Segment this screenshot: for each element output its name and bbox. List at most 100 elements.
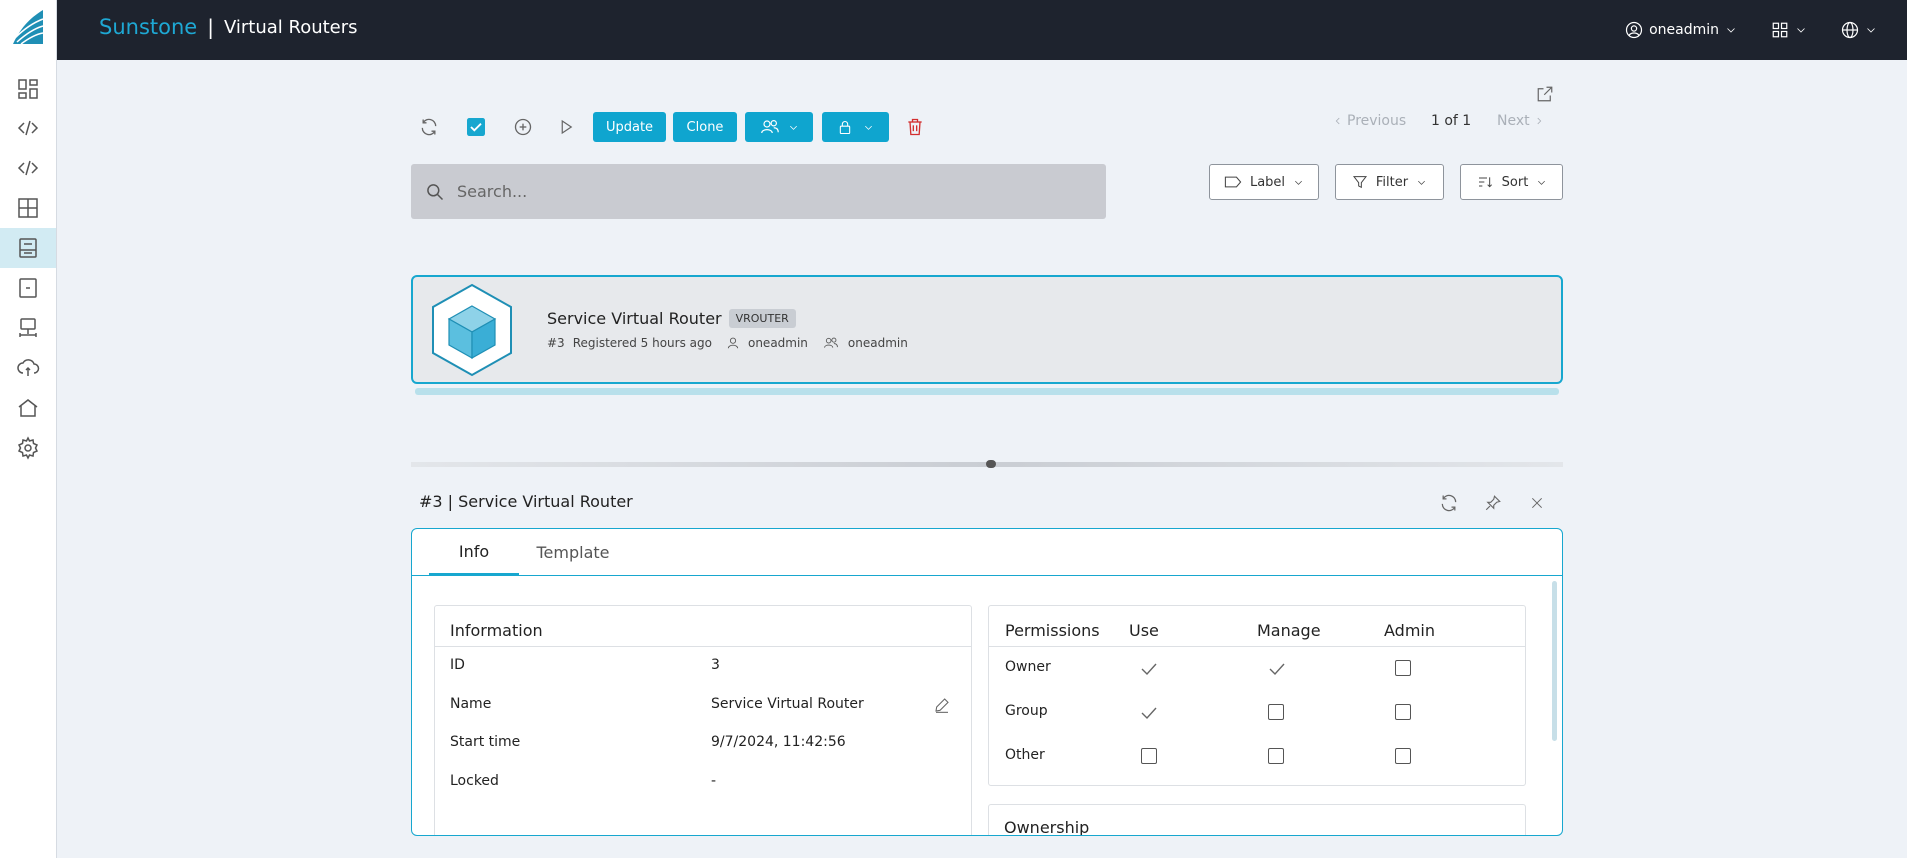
- play-icon: [561, 119, 573, 135]
- other-use-checkbox[interactable]: [1141, 748, 1157, 764]
- label-filter-button[interactable]: Label: [1209, 164, 1319, 200]
- language-menu-button[interactable]: [1841, 21, 1877, 39]
- permissions-row-other: Other: [1005, 747, 1045, 763]
- info-value-locked: -: [711, 773, 717, 789]
- panel-scrollbar[interactable]: [1552, 581, 1557, 741]
- filter-button[interactable]: Filter: [1335, 164, 1444, 200]
- cloud-sync-icon: [17, 359, 40, 376]
- search-input[interactable]: [457, 182, 1057, 201]
- tab-template[interactable]: Template: [523, 529, 623, 576]
- open-external-button[interactable]: [1532, 81, 1558, 107]
- lock-menu-button[interactable]: [822, 112, 889, 142]
- previous-page-button[interactable]: Previous: [1333, 113, 1406, 129]
- sidebar-item-storage[interactable]: [0, 228, 56, 268]
- router-type-badge: VROUTER: [728, 309, 796, 328]
- sidebar-item-code[interactable]: [0, 108, 56, 148]
- clone-button[interactable]: Clone: [673, 112, 737, 142]
- tag-icon: [1224, 176, 1242, 188]
- opennebula-logo[interactable]: [11, 8, 45, 46]
- permissions-col-admin: Admin: [1384, 621, 1435, 640]
- storage-icon: [19, 238, 37, 258]
- sidebar-item-cloud[interactable]: [0, 348, 56, 388]
- sort-icon: [1478, 177, 1492, 188]
- next-page-button[interactable]: Next: [1497, 113, 1544, 129]
- sidebar-item-archive[interactable]: [0, 268, 56, 308]
- check-icon: [1141, 707, 1157, 720]
- select-all-checkbox[interactable]: [463, 114, 489, 140]
- check-icon: [1141, 663, 1157, 676]
- plus-circle-icon: [514, 118, 532, 136]
- user-menu-button[interactable]: oneadmin: [1625, 21, 1737, 39]
- refresh-icon: [1441, 494, 1457, 512]
- next-label: Next: [1497, 113, 1530, 129]
- delete-button[interactable]: [902, 114, 928, 140]
- home-icon: [18, 399, 38, 417]
- users-icon: [824, 337, 838, 348]
- group-manage-checkbox[interactable]: [1268, 704, 1284, 720]
- refresh-icon: [421, 118, 437, 136]
- sidebar-item-dashboard[interactable]: [0, 69, 56, 109]
- sidebar-item-settings[interactable]: [0, 428, 56, 468]
- previous-label: Previous: [1347, 113, 1407, 129]
- info-value-id: 3: [711, 657, 720, 673]
- apps-menu-button[interactable]: [1771, 21, 1807, 39]
- other-admin-checkbox[interactable]: [1395, 748, 1411, 764]
- group-admin-checkbox[interactable]: [1395, 704, 1411, 720]
- update-button[interactable]: Update: [593, 112, 666, 142]
- top-right-controls: oneadmin: [1625, 0, 1907, 60]
- check-icon: [1269, 663, 1285, 676]
- detail-pin-button[interactable]: [1480, 490, 1506, 516]
- resize-handle[interactable]: [986, 460, 996, 468]
- ownership-heading: Ownership: [1004, 818, 1090, 836]
- top-bar: Sunstone | Virtual Routers oneadmin: [57, 0, 1907, 60]
- users-icon: [760, 120, 779, 134]
- pin-icon: [1485, 495, 1501, 511]
- owner-use-check[interactable]: [1140, 661, 1158, 676]
- detail-close-button[interactable]: [1524, 490, 1550, 516]
- permissions-col-manage: Manage: [1257, 621, 1321, 640]
- sidebar-item-code-2[interactable]: [0, 148, 56, 188]
- create-button[interactable]: [510, 114, 536, 140]
- permissions-heading: Permissions: [1005, 621, 1100, 640]
- detail-tabs: Info Template: [412, 529, 1562, 576]
- permissions-row-group: Group: [1005, 703, 1048, 719]
- sidebar-item-home[interactable]: [0, 388, 56, 428]
- group-use-check[interactable]: [1140, 705, 1158, 720]
- instantiate-button[interactable]: [553, 114, 579, 140]
- chevron-down-icon: [1538, 180, 1546, 185]
- sort-button[interactable]: Sort: [1460, 164, 1563, 200]
- detail-refresh-button[interactable]: [1436, 490, 1462, 516]
- tab-info[interactable]: Info: [429, 529, 519, 576]
- dashboard-icon: [18, 79, 38, 99]
- virtual-router-card[interactable]: Service Virtual Router VROUTER #3 Regist…: [411, 275, 1563, 384]
- permissions-col-use: Use: [1129, 621, 1159, 640]
- card-progress-bar: [415, 388, 1559, 395]
- card-meta-row: #3 Registered 5 hours ago oneadmin onead…: [547, 336, 908, 350]
- label-filter-label: Label: [1249, 174, 1286, 190]
- page-title: Virtual Routers: [223, 16, 358, 38]
- refresh-button[interactable]: [416, 114, 442, 140]
- divider: [435, 646, 971, 647]
- owner-admin-checkbox[interactable]: [1395, 660, 1411, 676]
- sidebar-item-network[interactable]: [0, 308, 56, 348]
- filter-icon: [1352, 176, 1367, 189]
- lock-icon: [839, 120, 851, 134]
- ownership-menu-button[interactable]: [745, 112, 813, 142]
- router-name: Service Virtual Router: [547, 309, 722, 328]
- code-icon: [17, 120, 39, 136]
- owner-manage-check[interactable]: [1268, 661, 1286, 676]
- sidebar: [0, 0, 57, 858]
- sort-label: Sort: [1501, 174, 1529, 190]
- archive-icon: [19, 278, 37, 298]
- sidebar-item-templates[interactable]: [0, 188, 56, 228]
- close-icon: [1531, 497, 1543, 509]
- edit-name-button[interactable]: [929, 692, 955, 718]
- brand-name[interactable]: Sunstone: [99, 15, 197, 39]
- trash-icon: [908, 118, 922, 136]
- other-manage-checkbox[interactable]: [1268, 748, 1284, 764]
- chevron-down-icon: [1727, 28, 1735, 33]
- settings-icon: [17, 436, 39, 460]
- pencil-icon: [935, 698, 949, 713]
- chevron-down-icon: [1418, 180, 1426, 185]
- search-bar[interactable]: [411, 164, 1106, 219]
